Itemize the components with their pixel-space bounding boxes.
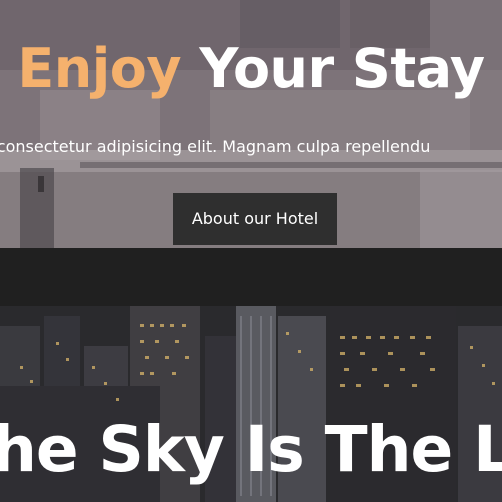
about-hotel-button[interactable]: About our Hotel xyxy=(173,193,337,245)
hero-section: Enjoy Your Stay met consectetur adipisic… xyxy=(0,0,502,248)
city-title: he Sky Is The Limi xyxy=(0,413,502,486)
page: Enjoy Your Stay met consectetur adipisic… xyxy=(0,0,502,502)
hero-title-accent: Enjoy xyxy=(17,37,182,100)
city-section: he Sky Is The Limi xyxy=(0,306,502,502)
hero-title-rest: Your Stay xyxy=(181,37,485,100)
hero-subtitle: met consectetur adipisicing elit. Magnam… xyxy=(0,137,431,156)
hero-title: Enjoy Your Stay xyxy=(0,42,502,96)
dark-divider-band xyxy=(0,248,502,306)
